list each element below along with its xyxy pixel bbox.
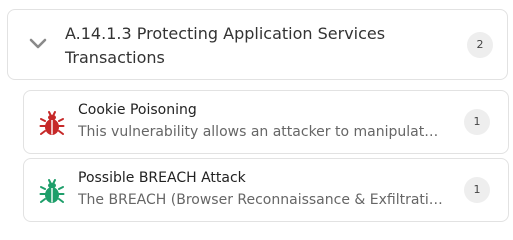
item-count-badge: 1 — [464, 109, 490, 135]
chevron-down-icon[interactable] — [28, 37, 48, 51]
vulnerability-item[interactable]: Possible BREACH Attack The BREACH (Brows… — [23, 158, 509, 222]
vulnerability-item[interactable]: Cookie Poisoning This vulnerability allo… — [23, 90, 509, 154]
item-title: Cookie Poisoning — [78, 102, 197, 118]
bug-icon — [39, 179, 65, 203]
group-title: A.14.1.3 Protecting Application Services… — [65, 24, 386, 67]
group-count-badge: 2 — [467, 32, 493, 58]
bug-icon — [39, 111, 65, 135]
control-group-header[interactable]: A.14.1.3 Protecting Application Services… — [7, 9, 508, 80]
item-description: The BREACH (Browser Reconnaissance & Exf… — [78, 192, 446, 208]
item-description: This vulnerability allows an attacker to… — [78, 124, 446, 140]
item-count-badge: 1 — [464, 177, 490, 203]
item-title: Possible BREACH Attack — [78, 170, 246, 186]
